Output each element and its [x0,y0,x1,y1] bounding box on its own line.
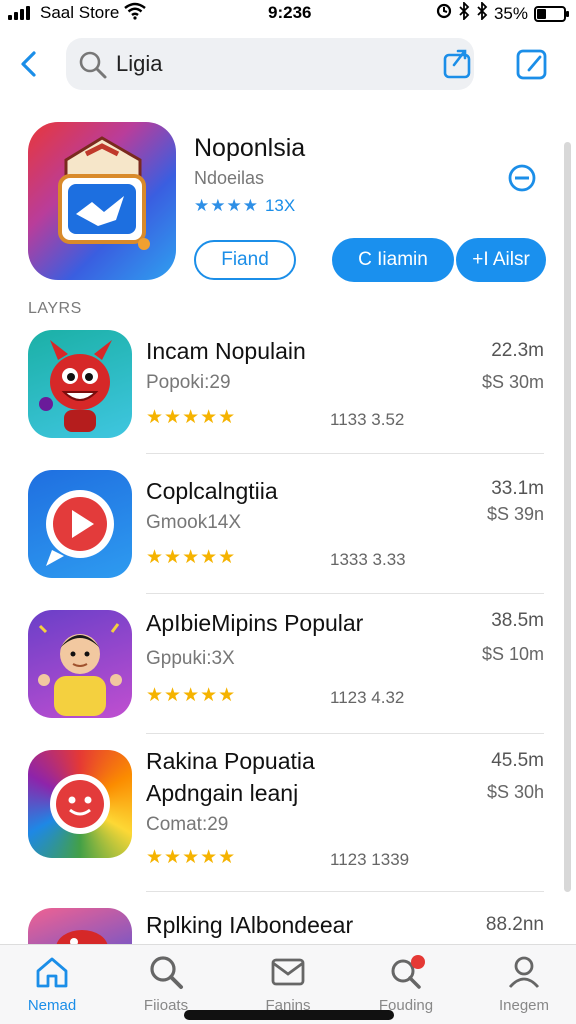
star-rating-icon: ★★★★★ [146,407,237,428]
list-item[interactable]: Incam Nopulain Popoki:29 ★★★★★ 1133 3.52… [0,326,576,464]
scrollbar[interactable] [564,142,571,892]
search-bar[interactable] [66,38,474,90]
compose-button[interactable] [514,46,550,82]
rating-count: 13X [264,196,296,215]
star-rating-icon: ★★★★★ [146,547,237,568]
app-name: Rplking IAlbondeear [146,912,354,938]
clock: 9:236 [268,3,312,22]
app-price: $S 10m [481,644,544,664]
list-item[interactable]: Rakina Popuatia Apdngain leanj Comat:29 … [0,748,576,898]
status-bar: Saal Store 9:236 35% [0,0,576,28]
app-subtitle: Gppuki:3X [146,648,235,669]
search-badge-icon [387,953,425,991]
app-name: Rakina Popuatia [146,748,315,774]
divider [146,453,544,454]
list-item[interactable]: ApIbieMipins Popular Gppuki:3X ★★★★★ 112… [0,606,576,744]
nav-header [0,36,576,94]
tab-home[interactable]: Nemad [4,953,100,1017]
app-subtitle: Gmook14X [146,512,242,533]
tab-mail[interactable]: Fanins [240,953,336,1017]
search-icon [78,50,108,85]
kid-avatar-icon [28,610,132,718]
profile-icon [505,953,543,991]
play-video-icon [28,470,132,578]
rainbow-face-icon [28,750,132,858]
primary-action-button[interactable]: C Iiamin [332,238,454,282]
app-name-line-2: Apdngain leanj [146,780,299,806]
battery-percent: 35% [493,3,528,23]
app-size: 38.5m [491,610,544,631]
app-size: 88.2nn [485,914,544,935]
divider [146,733,544,734]
app-name: Coplcalngtiia [146,478,278,504]
tab-search[interactable]: Fiioats [118,953,214,1017]
star-rating-icon: ★★★★ [194,196,259,215]
app-price: $S 39n [486,504,544,524]
featured-subtitle: Ndoeilas [194,168,265,188]
devil-mascot-icon [28,330,132,438]
app-subtitle: Popoki:29 [146,372,231,393]
divider [146,891,544,892]
app-meta: 1333 3.33 [330,550,406,569]
signal-icon [8,6,30,20]
app-name: Incam Nopulain [146,338,306,364]
app-subtitle: Comat:29 [146,814,229,835]
battery-icon [534,5,569,22]
app-size: 33.1m [491,478,544,499]
featured-app: Noponlsia Ndoeilas ★★★★ 13X Fiand C Iiam… [0,122,576,292]
tab-label: Inegem [498,997,550,1014]
star-rating-icon: ★★★★★ [146,685,237,706]
app-logo-icon[interactable] [28,122,176,280]
app-name: ApIbieMipins Popular [146,610,364,636]
home-icon [33,953,71,991]
carrier-label: Saal Store [40,3,120,22]
notification-badge [411,955,425,969]
bluetooth-icon [476,0,488,25]
search-input[interactable] [116,46,416,82]
secondary-action-button[interactable]: +I Ailsr [456,238,546,282]
app-price: $S 30h [486,782,544,802]
featured-title: Noponlsia [194,134,306,162]
divider [146,593,544,594]
home-indicator[interactable] [184,1010,394,1020]
app-price: $S 30m [481,372,544,392]
red-creature-icon [28,908,132,948]
wifi-icon [124,2,146,25]
star-rating-icon: ★★★★★ [146,847,237,868]
app-size: 22.3m [491,340,544,361]
share-button[interactable] [440,46,474,80]
list-item[interactable]: Coplcalngtiia Gmook14X ★★★★★ 1333 3.33 3… [0,466,576,604]
tab-label: Nemad [27,997,77,1014]
outline-button[interactable]: Fiand [194,240,296,280]
search-icon [147,953,185,991]
app-size: 45.5m [491,750,544,771]
mail-icon [269,953,307,991]
tab-profile[interactable]: Inegem [476,953,572,1017]
list-item[interactable]: Rplking IAlbondeear 88.2nn [0,906,576,948]
app-meta: 1123 1339 [330,850,410,869]
app-meta: 1123 4.32 [330,688,405,707]
bluetooth-icon [458,0,470,25]
tab-updates[interactable]: Fouding [358,953,454,1017]
back-button[interactable] [14,48,46,80]
section-header: LAYRS [28,300,82,317]
featured-rating: ★★★★ 13X [194,196,295,216]
alarm-icon [436,3,452,24]
more-options-icon[interactable] [504,160,540,196]
app-meta: 1133 3.52 [330,410,405,429]
